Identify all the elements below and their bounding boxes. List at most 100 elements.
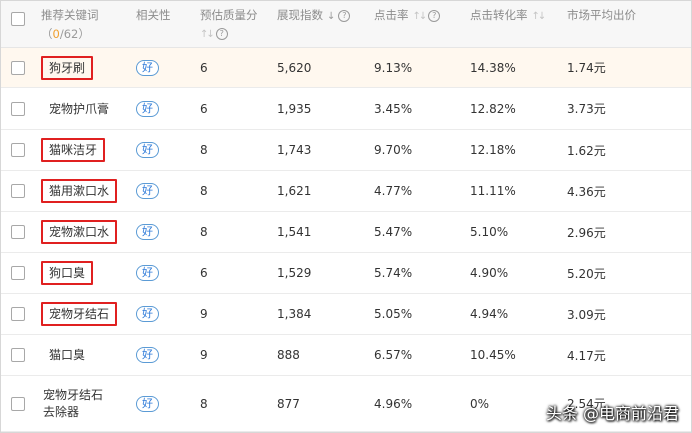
avg-bid-value: 4.17元 xyxy=(567,348,606,363)
keyword-cell: 宠物牙结石去除器 xyxy=(41,375,136,432)
keyword-cell: 猫咪洁牙 xyxy=(41,129,136,171)
sort-updown-icon[interactable]: ↑↓ xyxy=(532,11,547,22)
cvr-cell: 4.94% xyxy=(470,293,567,335)
avg-bid-value: 3.09元 xyxy=(567,307,606,322)
help-icon[interactable]: ? xyxy=(428,10,441,22)
table-row[interactable]: 宠物牙结石 好 9 1,384 5.05% 4.94% 3.09元 xyxy=(1,293,691,335)
impressions-cell: 1,743 xyxy=(277,129,374,171)
quality-cell: 6 xyxy=(200,47,277,88)
quality-score: 6 xyxy=(200,101,208,116)
quality-score: 8 xyxy=(200,225,208,239)
relevance-cell: 好 xyxy=(136,375,200,432)
cvr-cell: 4.90% xyxy=(470,252,567,294)
table-row[interactable]: 宠物漱口水 好 8 1,541 5.47% 5.10% 2.96元 xyxy=(1,211,691,253)
row-checkbox[interactable] xyxy=(11,225,25,240)
bid-cell: 5.20元 xyxy=(567,252,691,294)
table-row[interactable]: 狗牙刷 好 6 5,620 9.13% 14.38% 1.74元 xyxy=(1,47,691,88)
relevance-badge: 好 xyxy=(136,59,159,76)
avg-bid-value: 3.73元 xyxy=(567,102,606,116)
header-keyword: 推荐关键词 （0/62） xyxy=(41,1,136,48)
cvr-value: 14.38% xyxy=(470,60,516,75)
bid-cell: 1.62元 xyxy=(567,129,691,171)
row-checkbox-cell[interactable] xyxy=(1,87,41,130)
table-row[interactable]: 猫用漱口水 好 8 1,621 4.77% 11.11% 4.36元 xyxy=(1,170,691,212)
row-checkbox[interactable] xyxy=(11,307,25,322)
header-impressions-label: 展现指数 xyxy=(277,8,323,22)
relevance-badge: 好 xyxy=(136,306,159,322)
impressions-value: 1,621 xyxy=(277,184,312,198)
relevance-cell: 好 xyxy=(136,87,200,130)
quality-score: 6 xyxy=(200,266,208,280)
impressions-value: 1,529 xyxy=(277,266,312,280)
select-all-checkbox[interactable] xyxy=(11,12,25,26)
keyword-cell: 猫口臭 xyxy=(41,334,136,376)
cvr-value: 10.45% xyxy=(470,348,516,362)
row-checkbox[interactable] xyxy=(11,60,25,75)
quality-cell: 9 xyxy=(200,293,277,335)
help-icon[interactable]: ? xyxy=(215,28,228,40)
header-relevance: 相关性 xyxy=(136,1,200,48)
header-checkbox-cell[interactable] xyxy=(1,1,41,48)
table-row[interactable]: 宠物护爪膏 好 6 1,935 3.45% 12.82% 3.73元 xyxy=(1,87,691,130)
quality-cell: 9 xyxy=(200,334,277,376)
keyword-cell: 猫用漱口水 xyxy=(41,170,136,212)
cvr-value: 11.11% xyxy=(470,184,516,198)
relevance-badge: 好 xyxy=(136,100,159,117)
quality-cell: 6 xyxy=(200,252,277,294)
row-checkbox-cell[interactable] xyxy=(1,129,41,171)
relevance-cell: 好 xyxy=(136,211,200,253)
table-row[interactable]: 猫口臭 好 9 888 6.57% 10.45% 4.17元 xyxy=(1,334,691,376)
sort-desc-icon[interactable]: ↓ xyxy=(327,11,335,22)
impressions-cell: 5,620 xyxy=(277,47,374,88)
table-row[interactable]: 狗口臭 好 6 1,529 5.74% 4.90% 5.20元 xyxy=(1,252,691,294)
impressions-cell: 1,384 xyxy=(277,293,374,335)
relevance-badge: 好 xyxy=(136,183,159,199)
keyword-recommendation-table-frame: 推荐关键词 （0/62） 相关性 预估质量分 ↑↓? 展现指数 ↓? 点击率 ↑↓?… xyxy=(0,0,692,433)
row-checkbox[interactable] xyxy=(11,348,25,363)
header-quality[interactable]: 预估质量分 ↑↓? xyxy=(200,1,277,48)
row-checkbox-cell[interactable] xyxy=(1,293,41,335)
cvr-value: 5.10% xyxy=(470,225,509,239)
ctr-cell: 5.05% xyxy=(374,293,470,335)
avg-bid-value: 4.36元 xyxy=(567,184,606,199)
quality-cell: 8 xyxy=(200,211,277,253)
row-checkbox[interactable] xyxy=(11,101,25,116)
header-cvr[interactable]: 点击转化率 ↑↓ xyxy=(470,1,567,48)
keyword-cell: 宠物漱口水 xyxy=(41,211,136,253)
ctr-value: 9.13% xyxy=(374,60,413,75)
keyword-cell: 狗牙刷 xyxy=(41,47,136,88)
impressions-value: 877 xyxy=(277,396,300,411)
sort-updown-icon[interactable]: ↑↓ xyxy=(413,11,428,22)
table-row[interactable]: 猫咪洁牙 好 8 1,743 9.70% 12.18% 1.62元 xyxy=(1,129,691,171)
keyword-table-body: 狗牙刷 好 6 5,620 9.13% 14.38% 1.74元 宠物护爪膏 好… xyxy=(1,47,691,432)
header-ctr[interactable]: 点击率 ↑↓? xyxy=(374,1,470,48)
row-checkbox-cell[interactable] xyxy=(1,211,41,253)
row-checkbox-cell[interactable] xyxy=(1,170,41,212)
row-checkbox[interactable] xyxy=(11,143,25,158)
row-checkbox[interactable] xyxy=(11,266,25,281)
header-avg-bid-label: 市场平均出价 xyxy=(567,8,636,22)
ctr-value: 5.74% xyxy=(374,266,413,280)
quality-score: 8 xyxy=(200,143,208,157)
row-checkbox[interactable] xyxy=(11,396,25,411)
keyword-text: 猫咪洁牙 xyxy=(41,138,106,162)
impressions-value: 5,620 xyxy=(277,60,312,75)
ctr-cell: 5.74% xyxy=(374,252,470,294)
row-checkbox-cell[interactable] xyxy=(1,252,41,294)
header-impressions[interactable]: 展现指数 ↓? xyxy=(277,1,374,48)
bid-cell: 3.09元 xyxy=(567,293,691,335)
row-checkbox-cell[interactable] xyxy=(1,375,41,432)
quality-score: 9 xyxy=(200,307,208,321)
keyword-text: 猫口臭 xyxy=(49,348,86,362)
quality-score: 8 xyxy=(200,184,208,198)
relevance-badge: 好 xyxy=(136,265,159,281)
row-checkbox[interactable] xyxy=(11,184,25,199)
row-checkbox-cell[interactable] xyxy=(1,47,41,88)
header-avg-bid[interactable]: 市场平均出价 xyxy=(567,1,691,48)
help-icon[interactable]: ? xyxy=(338,10,351,22)
selected-count: （0/62） xyxy=(41,27,90,41)
row-checkbox-cell[interactable] xyxy=(1,334,41,376)
relevance-cell: 好 xyxy=(136,170,200,212)
sort-updown-icon[interactable]: ↑↓ xyxy=(200,29,215,40)
ctr-value: 6.57% xyxy=(374,348,413,362)
